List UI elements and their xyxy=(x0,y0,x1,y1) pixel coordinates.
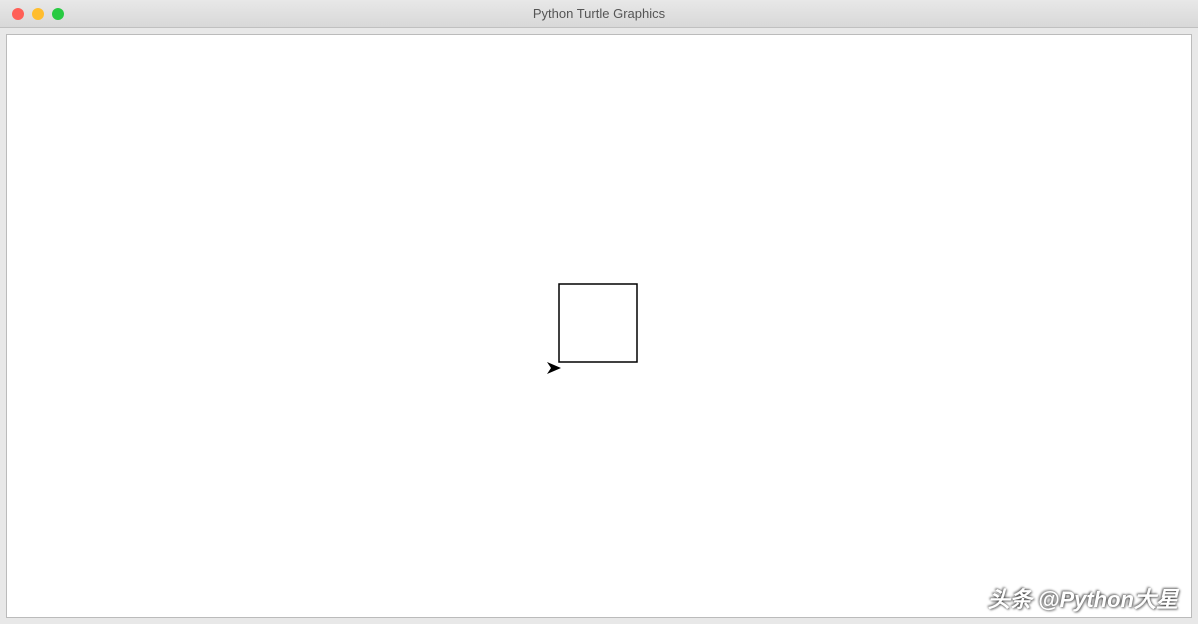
turtle-canvas xyxy=(6,34,1192,618)
turtle-drawing xyxy=(539,276,659,376)
traffic-lights xyxy=(0,8,64,20)
drawn-square xyxy=(559,284,637,362)
maximize-button[interactable] xyxy=(52,8,64,20)
canvas-container xyxy=(0,28,1198,624)
window-title: Python Turtle Graphics xyxy=(0,6,1198,21)
close-button[interactable] xyxy=(12,8,24,20)
turtle-cursor-icon xyxy=(547,362,561,374)
app-window: Python Turtle Graphics xyxy=(0,0,1198,624)
minimize-button[interactable] xyxy=(32,8,44,20)
titlebar[interactable]: Python Turtle Graphics xyxy=(0,0,1198,28)
